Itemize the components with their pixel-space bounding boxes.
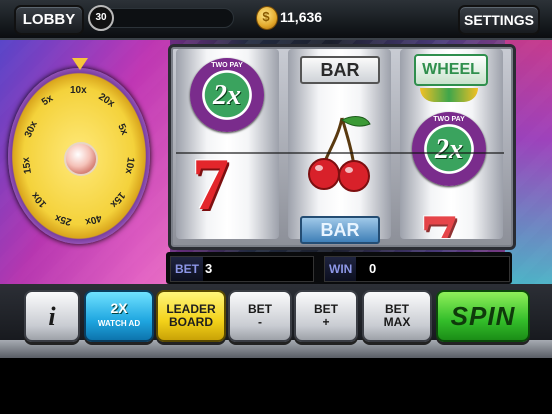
coin-symbol: $: [262, 9, 270, 24]
wheel-segment-label: 10x: [70, 85, 87, 96]
wheel-hub: [64, 142, 98, 176]
spin-button[interactable]: SPIN: [436, 290, 530, 342]
two-pay-text: 2x: [213, 80, 241, 111]
two-pay-caption-reel3: TWO PAY: [433, 116, 465, 123]
wheel-symbol: WHEEL: [414, 54, 488, 86]
cherry-icon: [308, 116, 371, 192]
button-shelf: [0, 340, 552, 358]
info-icon: i: [48, 301, 56, 331]
info-button[interactable]: i: [24, 290, 80, 342]
two-pay-text-reel3: 2x: [435, 134, 463, 165]
bet-value: 3: [205, 261, 213, 276]
bet-minus-button[interactable]: BET -: [228, 290, 292, 342]
bar-symbol: BAR: [300, 56, 380, 84]
leaderboard-button[interactable]: LEADER BOARD: [156, 290, 226, 342]
coin-balance: $ 11,636: [256, 6, 446, 30]
watch-ad-multiplier: 2X: [110, 300, 128, 316]
bet-plus-button[interactable]: BET +: [294, 290, 358, 342]
win-label: WIN: [325, 257, 357, 281]
seven-symbol-partial-wrap: 7: [414, 204, 502, 238]
seven-symbol: 7: [192, 144, 229, 226]
watch-ad-label: WATCH AD: [97, 319, 141, 328]
bet-max-button[interactable]: BET MAX: [362, 290, 432, 342]
settings-button[interactable]: SETTINGS: [458, 5, 540, 35]
coin-amount: 11,636: [280, 9, 323, 25]
leaderboard-label-2: BOARD: [169, 315, 213, 329]
wheel-pointer-icon: [72, 58, 88, 70]
minus-icon: -: [258, 315, 262, 329]
level-badge: 30: [88, 5, 114, 31]
wheel-segment-label: 15x: [20, 156, 34, 175]
bet-max-label-2: MAX: [383, 315, 411, 329]
bar-symbol-bottom: BAR: [300, 216, 380, 244]
payline: [176, 152, 504, 154]
seven-symbol-partial: 7: [420, 204, 457, 238]
bet-label: BET: [171, 257, 203, 281]
wheel-symbol-base: [420, 88, 478, 102]
lobby-button[interactable]: LOBBY: [14, 5, 84, 35]
spin-label: SPIN: [450, 300, 516, 331]
win-display: WIN 0: [324, 256, 510, 282]
watch-ad-button[interactable]: 2X WATCH AD: [84, 290, 154, 342]
plus-icon: +: [322, 315, 330, 329]
win-value: 0: [369, 261, 377, 276]
two-pay-caption: TWO PAY: [211, 62, 243, 69]
bet-display: BET 3: [170, 256, 314, 282]
